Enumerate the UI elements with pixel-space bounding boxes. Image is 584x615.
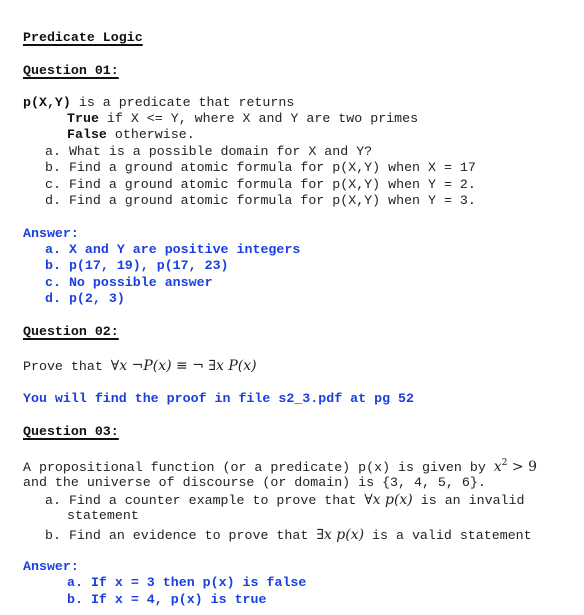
q2-right-var: x (216, 358, 229, 374)
q2-left-var: x (119, 358, 132, 374)
exists-symbol: ∃ (316, 527, 324, 543)
question-03-heading: Question 03: (23, 424, 119, 439)
q1-true-rest: if X <= Y, where X and Y are two primes (98, 111, 419, 126)
q3-item-a-formula: ∀x p(x) (364, 492, 413, 508)
q2-right-pred: P(x) (228, 358, 257, 374)
document-title: Predicate Logic (23, 30, 143, 45)
forall-symbol: ∀ (110, 358, 120, 374)
q1-true-word: True (67, 111, 99, 126)
q1-answer-c: c. No possible answer (45, 275, 213, 290)
q3-math-rest: > 9 (507, 459, 537, 475)
q2-prove-line: Prove that ∀x ¬P(x) ≡ ¬ ∃x P(x) (23, 358, 257, 375)
q1-false-rest: otherwise. (106, 127, 195, 142)
q3-item-b: b. Find an evidence to prove that ∃x p(x… (45, 527, 532, 544)
question-02-heading: Question 02: (23, 324, 119, 339)
q1-item-a: a. What is a possible domain for X and Y… (45, 144, 373, 159)
question-01-heading: Question 01: (23, 63, 119, 78)
q3-item-b-prefix: b. Find an evidence to prove that (45, 528, 317, 543)
q3-item-a-continuation: statement (67, 508, 139, 523)
q3-answer-label: Answer: (23, 559, 79, 574)
q3-item-b-suffix: is a valid statement (364, 528, 532, 543)
q1-false-line: False otherwise. (67, 127, 195, 143)
q1-answer-b: b. p(17, 19), p(17, 23) (45, 258, 229, 273)
q3-item-a-math: x p(x) (372, 492, 413, 508)
q1-true-line: True if X <= Y, where X and Y are two pr… (67, 111, 418, 127)
q3-inequality: x2 > 9 (493, 459, 537, 476)
q3-item-b-formula: ∃x p(x) (316, 527, 364, 543)
negation-symbol: ¬ (131, 358, 144, 374)
q3-line-1-text: A propositional function (or a predicate… (23, 460, 494, 475)
q1-intro-line: p(X,Y) is a predicate that returns (23, 95, 294, 111)
negation-symbol: ¬ (192, 358, 209, 374)
q3-line-2: and the universe of discourse (or domain… (23, 475, 486, 490)
q1-item-b: b. Find a ground atomic formula for p(X,… (45, 160, 476, 175)
q3-answer-a: a. If x = 3 then p(x) is false (67, 575, 307, 590)
q2-formula: ∀x ¬P(x) ≡ ¬ ∃x P(x) (111, 358, 257, 374)
q3-item-a-suffix: is an invalid (412, 493, 525, 508)
q1-item-d: d. Find a ground atomic formula for p(X,… (45, 193, 476, 208)
q3-math-base: x (493, 459, 502, 475)
q3-item-a: a. Find a counter example to prove that … (45, 492, 525, 509)
q2-left-pred: P(x) (143, 358, 172, 374)
q1-answer-a: a. X and Y are positive integers (45, 242, 301, 257)
q2-answer: You will find the proof in file s2_3.pdf… (23, 391, 414, 406)
forall-symbol: ∀ (364, 492, 373, 508)
exists-symbol: ∃ (208, 358, 217, 374)
q3-line-1: A propositional function (or a predicate… (23, 459, 537, 476)
q1-false-word: False (67, 127, 107, 142)
q1-predicate: p(X,Y) (23, 95, 71, 110)
q2-prove-text: Prove that (23, 359, 111, 374)
q1-intro-rest: is a predicate that returns (70, 95, 295, 110)
q3-item-a-prefix: a. Find a counter example to prove that (45, 493, 365, 508)
q3-item-b-math: x p(x) (323, 527, 365, 543)
q3-answer-b: b. If x = 4, p(x) is true (67, 592, 267, 607)
q1-answer-d: d. p(2, 3) (45, 291, 125, 306)
equivalence-symbol: ≡ (171, 358, 193, 374)
q1-item-c: c. Find a ground atomic formula for p(X,… (45, 177, 476, 192)
q1-answer-label: Answer: (23, 226, 79, 241)
